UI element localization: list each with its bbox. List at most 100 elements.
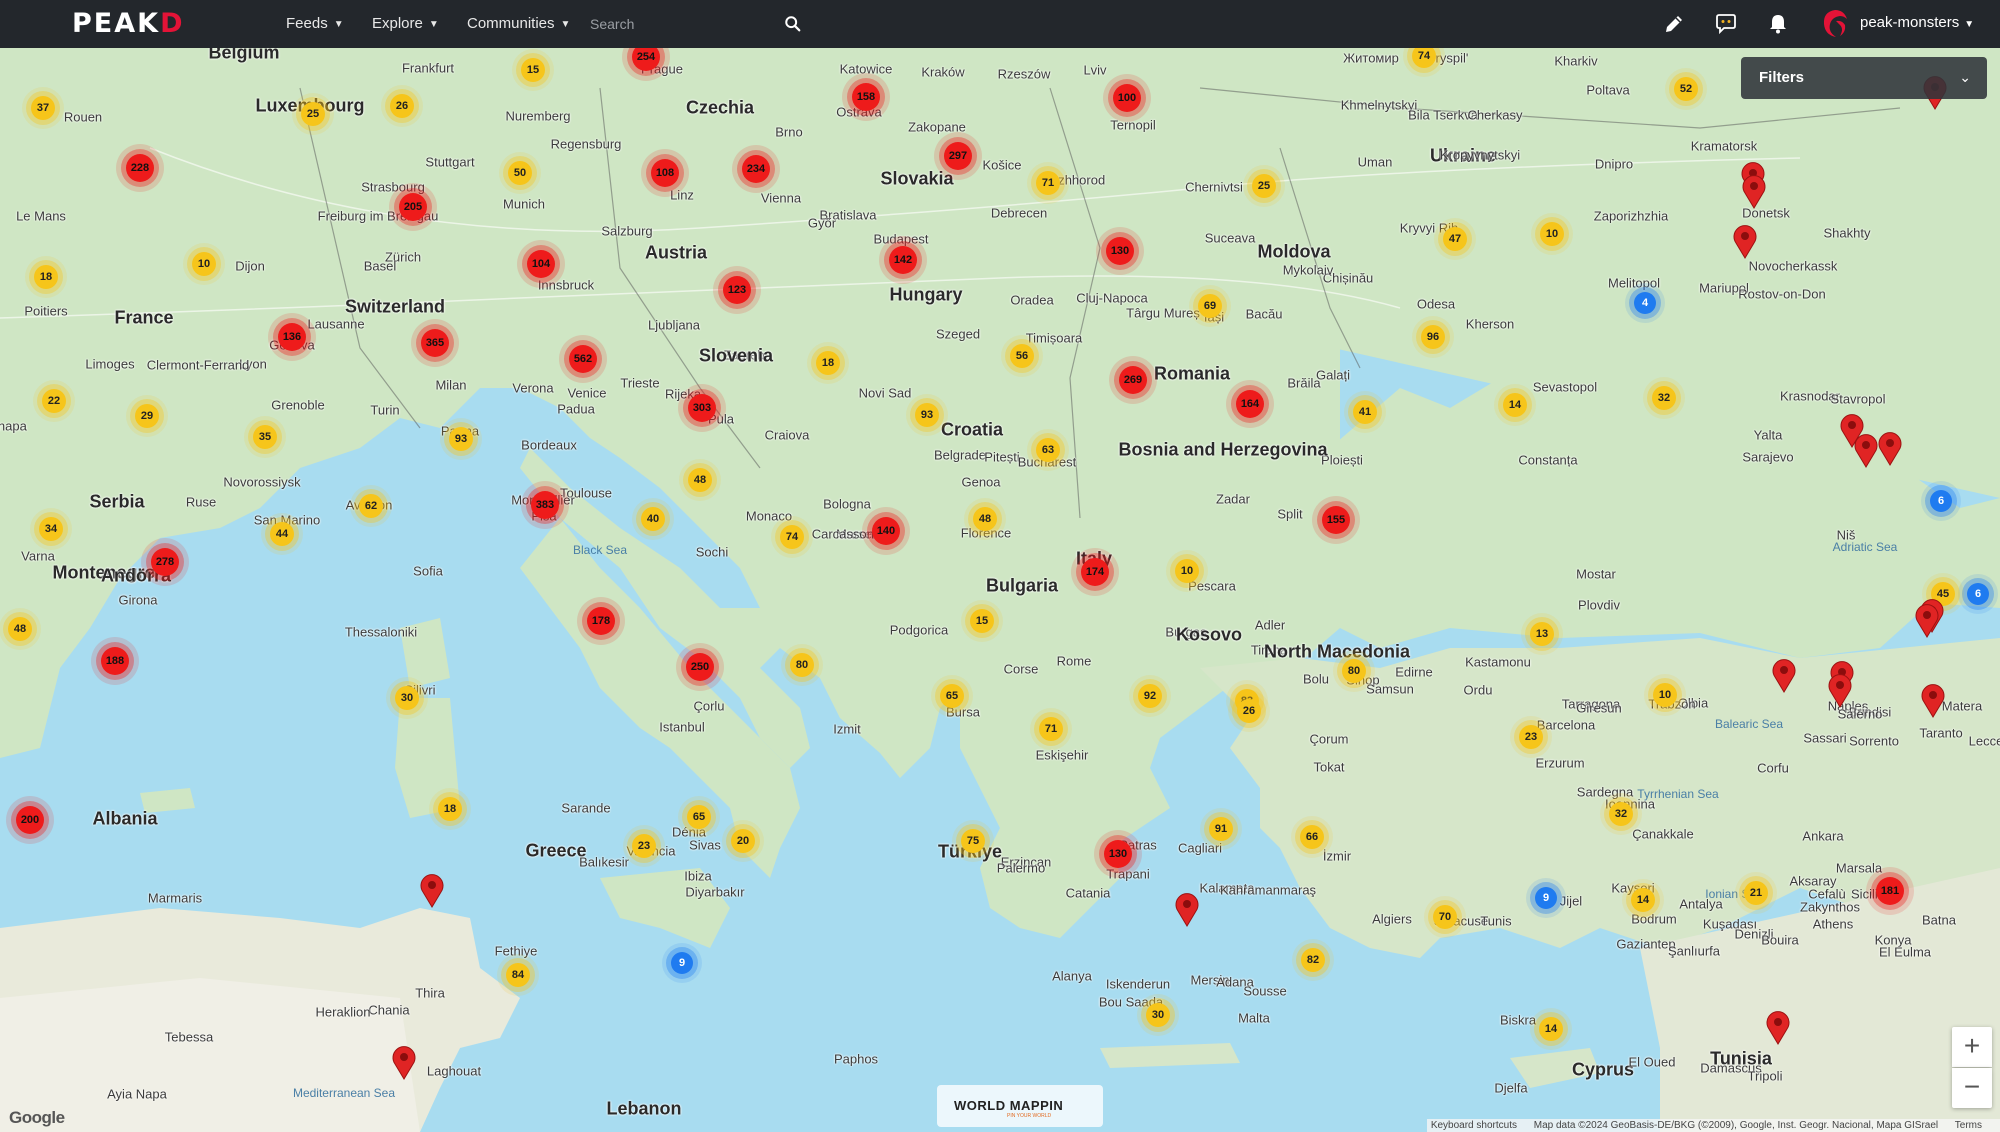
map-cluster-marker[interactable]: 30: [1146, 1003, 1170, 1027]
map-cluster-marker[interactable]: 297: [944, 142, 972, 170]
filters-panel[interactable]: Filters ⌄: [1741, 57, 1987, 99]
map-cluster-marker[interactable]: 123: [723, 276, 751, 304]
nav-communities[interactable]: Communities ▼: [467, 0, 570, 48]
map-cluster-marker[interactable]: 15: [521, 58, 545, 82]
map-cluster-marker[interactable]: 20: [731, 829, 755, 853]
map-cluster-marker[interactable]: 9: [1535, 887, 1557, 909]
map-cluster-marker[interactable]: 92: [1138, 684, 1162, 708]
map-canvas[interactable]: Belgium Frankfurt Prague Katowice Kraków Rzes…: [0, 48, 2000, 1132]
map-cluster-marker[interactable]: 10: [1175, 559, 1199, 583]
map-cluster-marker[interactable]: 32: [1609, 802, 1633, 826]
map-pin-icon[interactable]: [1827, 672, 1853, 708]
map-cluster-marker[interactable]: 93: [915, 403, 939, 427]
map-cluster-marker[interactable]: 104: [527, 250, 555, 278]
map-cluster-marker[interactable]: 25: [301, 102, 325, 126]
map-cluster-marker[interactable]: 10: [1540, 222, 1564, 246]
map-cluster-marker[interactable]: 188: [101, 647, 129, 675]
map-cluster-marker[interactable]: 32: [1652, 386, 1676, 410]
map-cluster-marker[interactable]: 69: [1198, 294, 1222, 318]
map-cluster-marker[interactable]: 50: [508, 161, 532, 185]
map-cluster-marker[interactable]: 56: [1010, 344, 1034, 368]
map-cluster-marker[interactable]: 71: [1036, 171, 1060, 195]
map-cluster-marker[interactable]: 303: [688, 394, 716, 422]
map-cluster-marker[interactable]: 15: [970, 609, 994, 633]
map-cluster-marker[interactable]: 6: [1967, 583, 1989, 605]
map-cluster-marker[interactable]: 10: [192, 252, 216, 276]
map-cluster-marker[interactable]: 34: [39, 517, 63, 541]
user-menu[interactable]: peak-monsters ▼: [1860, 0, 1974, 48]
map-pin-icon[interactable]: [1920, 682, 1946, 718]
map-cluster-marker[interactable]: 44: [270, 522, 294, 546]
map-pin-icon[interactable]: [1914, 602, 1940, 638]
map-pin-icon[interactable]: [1853, 432, 1879, 468]
map-cluster-marker[interactable]: 562: [569, 345, 597, 373]
map-cluster-marker[interactable]: 63: [1036, 438, 1060, 462]
map-cluster-marker[interactable]: 91: [1209, 817, 1233, 841]
map-pin-icon[interactable]: [1765, 1009, 1791, 1045]
map-cluster-marker[interactable]: 181: [1876, 877, 1904, 905]
map-cluster-marker[interactable]: 278: [151, 548, 179, 576]
map-cluster-marker[interactable]: 82: [1301, 948, 1325, 972]
map-cluster-marker[interactable]: 47: [1443, 227, 1467, 251]
map-pin-icon[interactable]: [1741, 173, 1767, 209]
search-icon[interactable]: [784, 15, 802, 33]
map-cluster-marker[interactable]: 52: [1674, 77, 1698, 101]
peakd-logo[interactable]: PEAKD: [72, 10, 184, 38]
map-cluster-marker[interactable]: 70: [1433, 905, 1457, 929]
map-cluster-marker[interactable]: 164: [1236, 390, 1264, 418]
map-cluster-marker[interactable]: 21: [1744, 881, 1768, 905]
map-cluster-marker[interactable]: 48: [688, 468, 712, 492]
map-cluster-marker[interactable]: 6: [1930, 490, 1952, 512]
map-cluster-marker[interactable]: 66: [1300, 825, 1324, 849]
map-cluster-marker[interactable]: 142: [889, 246, 917, 274]
search-input[interactable]: [590, 10, 790, 38]
zoom-out-button[interactable]: −: [1952, 1068, 1992, 1108]
map-cluster-marker[interactable]: 29: [135, 404, 159, 428]
map-cluster-marker[interactable]: 234: [742, 155, 770, 183]
map-cluster-marker[interactable]: 62: [359, 494, 383, 518]
map-cluster-marker[interactable]: 37: [31, 96, 55, 120]
map-cluster-marker[interactable]: 4: [1634, 292, 1656, 314]
map-cluster-marker[interactable]: 9: [671, 952, 693, 974]
map-cluster-marker[interactable]: 14: [1631, 888, 1655, 912]
map-cluster-marker[interactable]: 65: [687, 805, 711, 829]
map-cluster-marker[interactable]: 75: [961, 829, 985, 853]
map-cluster-marker[interactable]: 18: [816, 351, 840, 375]
map-cluster-marker[interactable]: 25: [1252, 174, 1276, 198]
keyboard-shortcuts-link[interactable]: Keyboard shortcuts: [1431, 1120, 1517, 1131]
map-pin-icon[interactable]: [391, 1044, 417, 1080]
map-cluster-marker[interactable]: 93: [449, 427, 473, 451]
map-cluster-marker[interactable]: 80: [1342, 659, 1366, 683]
bell-icon[interactable]: [1766, 12, 1790, 36]
pencil-icon[interactable]: [1662, 12, 1686, 36]
map-cluster-marker[interactable]: 383: [531, 491, 559, 519]
map-pin-icon[interactable]: [419, 872, 445, 908]
zoom-in-button[interactable]: +: [1952, 1027, 1992, 1067]
map-cluster-marker[interactable]: 65: [940, 684, 964, 708]
map-cluster-marker[interactable]: 41: [1353, 400, 1377, 424]
map-cluster-marker[interactable]: 155: [1322, 506, 1350, 534]
map-cluster-marker[interactable]: 35: [253, 425, 277, 449]
map-cluster-marker[interactable]: 13: [1530, 622, 1554, 646]
map-cluster-marker[interactable]: 74: [780, 525, 804, 549]
nav-feeds[interactable]: Feeds ▼: [286, 0, 344, 48]
map-cluster-marker[interactable]: 26: [390, 94, 414, 118]
map-cluster-marker[interactable]: 48: [8, 617, 32, 641]
map-cluster-marker[interactable]: 30: [395, 686, 419, 710]
map-cluster-marker[interactable]: 100: [1113, 84, 1141, 112]
map-cluster-marker[interactable]: 130: [1104, 840, 1132, 868]
map-cluster-marker[interactable]: 10: [1653, 683, 1677, 707]
map-pin-icon[interactable]: [1877, 430, 1903, 466]
map-cluster-marker[interactable]: 136: [278, 323, 306, 351]
map-cluster-marker[interactable]: 14: [1503, 393, 1527, 417]
map-pin-icon[interactable]: [1174, 891, 1200, 927]
map-cluster-marker[interactable]: 18: [438, 797, 462, 821]
map-cluster-marker[interactable]: 18: [34, 265, 58, 289]
chat-icon[interactable]: [1714, 12, 1738, 36]
map-cluster-marker[interactable]: 96: [1421, 325, 1445, 349]
world-mappin-logo[interactable]: WORLD MAPPIN PIN YOUR WORLD: [937, 1085, 1103, 1127]
map-cluster-marker[interactable]: 23: [1519, 725, 1543, 749]
map-cluster-marker[interactable]: 365: [421, 329, 449, 357]
map-cluster-marker[interactable]: 200: [16, 806, 44, 834]
map-cluster-marker[interactable]: 108: [651, 159, 679, 187]
